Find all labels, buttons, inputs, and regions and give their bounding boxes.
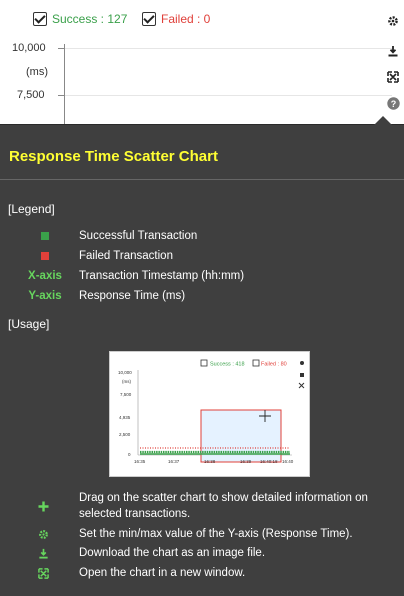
green-square-icon — [41, 232, 49, 240]
usage-header: [Usage] — [8, 317, 50, 331]
legend-label: Response Time (ms) — [79, 290, 186, 302]
thumb-y-tick: 0 — [128, 452, 131, 457]
success-filter-label: Success : 127 — [52, 12, 128, 26]
help-popover: Response Time Scatter Chart [Legend] Suc… — [0, 116, 404, 596]
checkbox-icon[interactable] — [33, 12, 47, 26]
legend-label: Successful Transaction — [79, 230, 198, 242]
thumb-x-tick: 16:37 — [168, 459, 180, 464]
y-tick-label: 10,000 — [12, 42, 46, 54]
svg-text:?: ? — [390, 99, 396, 109]
thumb-x-tick: 16:39 — [240, 459, 252, 464]
gear-icon — [37, 528, 49, 540]
failed-filter-label: Failed : 0 — [161, 12, 211, 26]
usage-text: Download the chart as an image file. — [79, 547, 266, 559]
usage-text: Drag on the scatter chart to show detail… — [79, 492, 368, 520]
gear-icon[interactable] — [386, 14, 400, 28]
success-filter-checkbox[interactable]: Success : 127 — [33, 12, 127, 26]
expand-icon[interactable] — [386, 70, 400, 84]
thumb-x-tick: 16:40:18 — [260, 459, 278, 464]
legend-key: X-axis — [28, 270, 62, 282]
grid-line — [65, 48, 392, 49]
usage-text: Open the chart in a new window. — [79, 567, 246, 579]
download-icon — [37, 547, 49, 559]
divider — [0, 179, 404, 180]
legend-item-success: Successful Transaction — [0, 228, 404, 244]
expand-icon — [37, 567, 49, 579]
usage-illustration: Success : 418 Failed : 80 10,000 (ms) 7,… — [109, 351, 310, 477]
y-unit-label: (ms) — [26, 66, 48, 78]
checkbox-icon[interactable] — [142, 12, 156, 26]
thumb-y-tick: 10,000 — [118, 370, 132, 375]
legend-item-x-axis: X-axis Transaction Timestamp (hh:mm) — [0, 268, 404, 284]
help-title: Response Time Scatter Chart — [9, 148, 218, 165]
y-axis-line — [64, 44, 65, 126]
plus-icon — [37, 500, 49, 512]
thumb-x-tick: 16:40 — [282, 459, 294, 464]
chart-header: Success : 127 Failed : 0 ? — [0, 0, 404, 110]
thumb-success-label: Success : 418 — [210, 362, 245, 368]
thumb-failed-label: Failed : 80 — [261, 362, 287, 368]
legend-label: Transaction Timestamp (hh:mm) — [79, 270, 245, 282]
thumb-y-tick: (ms) — [122, 379, 131, 384]
failed-filter-checkbox[interactable]: Failed : 0 — [142, 12, 210, 26]
legend-key: Y-axis — [28, 290, 62, 302]
usage-text: Set the min/max value of the Y-axis (Res… — [79, 528, 353, 540]
y-tick — [58, 95, 64, 96]
thumb-y-tick: 4,935 — [119, 415, 131, 420]
legend-item-y-axis: Y-axis Response Time (ms) — [0, 288, 404, 304]
y-tick-label: 7,500 — [17, 89, 45, 101]
thumb-y-tick: 2,500 — [119, 432, 131, 437]
thumb-x-tick: 16:38 — [204, 459, 216, 464]
y-tick — [58, 48, 64, 49]
download-icon[interactable] — [386, 44, 400, 58]
legend-header: [Legend] — [8, 202, 55, 216]
thumb-x-tick: 16:35 — [134, 459, 146, 464]
legend-label: Failed Transaction — [79, 250, 173, 262]
thumb-y-tick: 7,500 — [120, 392, 132, 397]
red-square-icon — [41, 252, 49, 260]
grid-line — [65, 95, 392, 96]
popover-caret — [374, 116, 392, 125]
help-icon[interactable]: ? — [386, 96, 400, 110]
legend-item-failed: Failed Transaction — [0, 248, 404, 264]
